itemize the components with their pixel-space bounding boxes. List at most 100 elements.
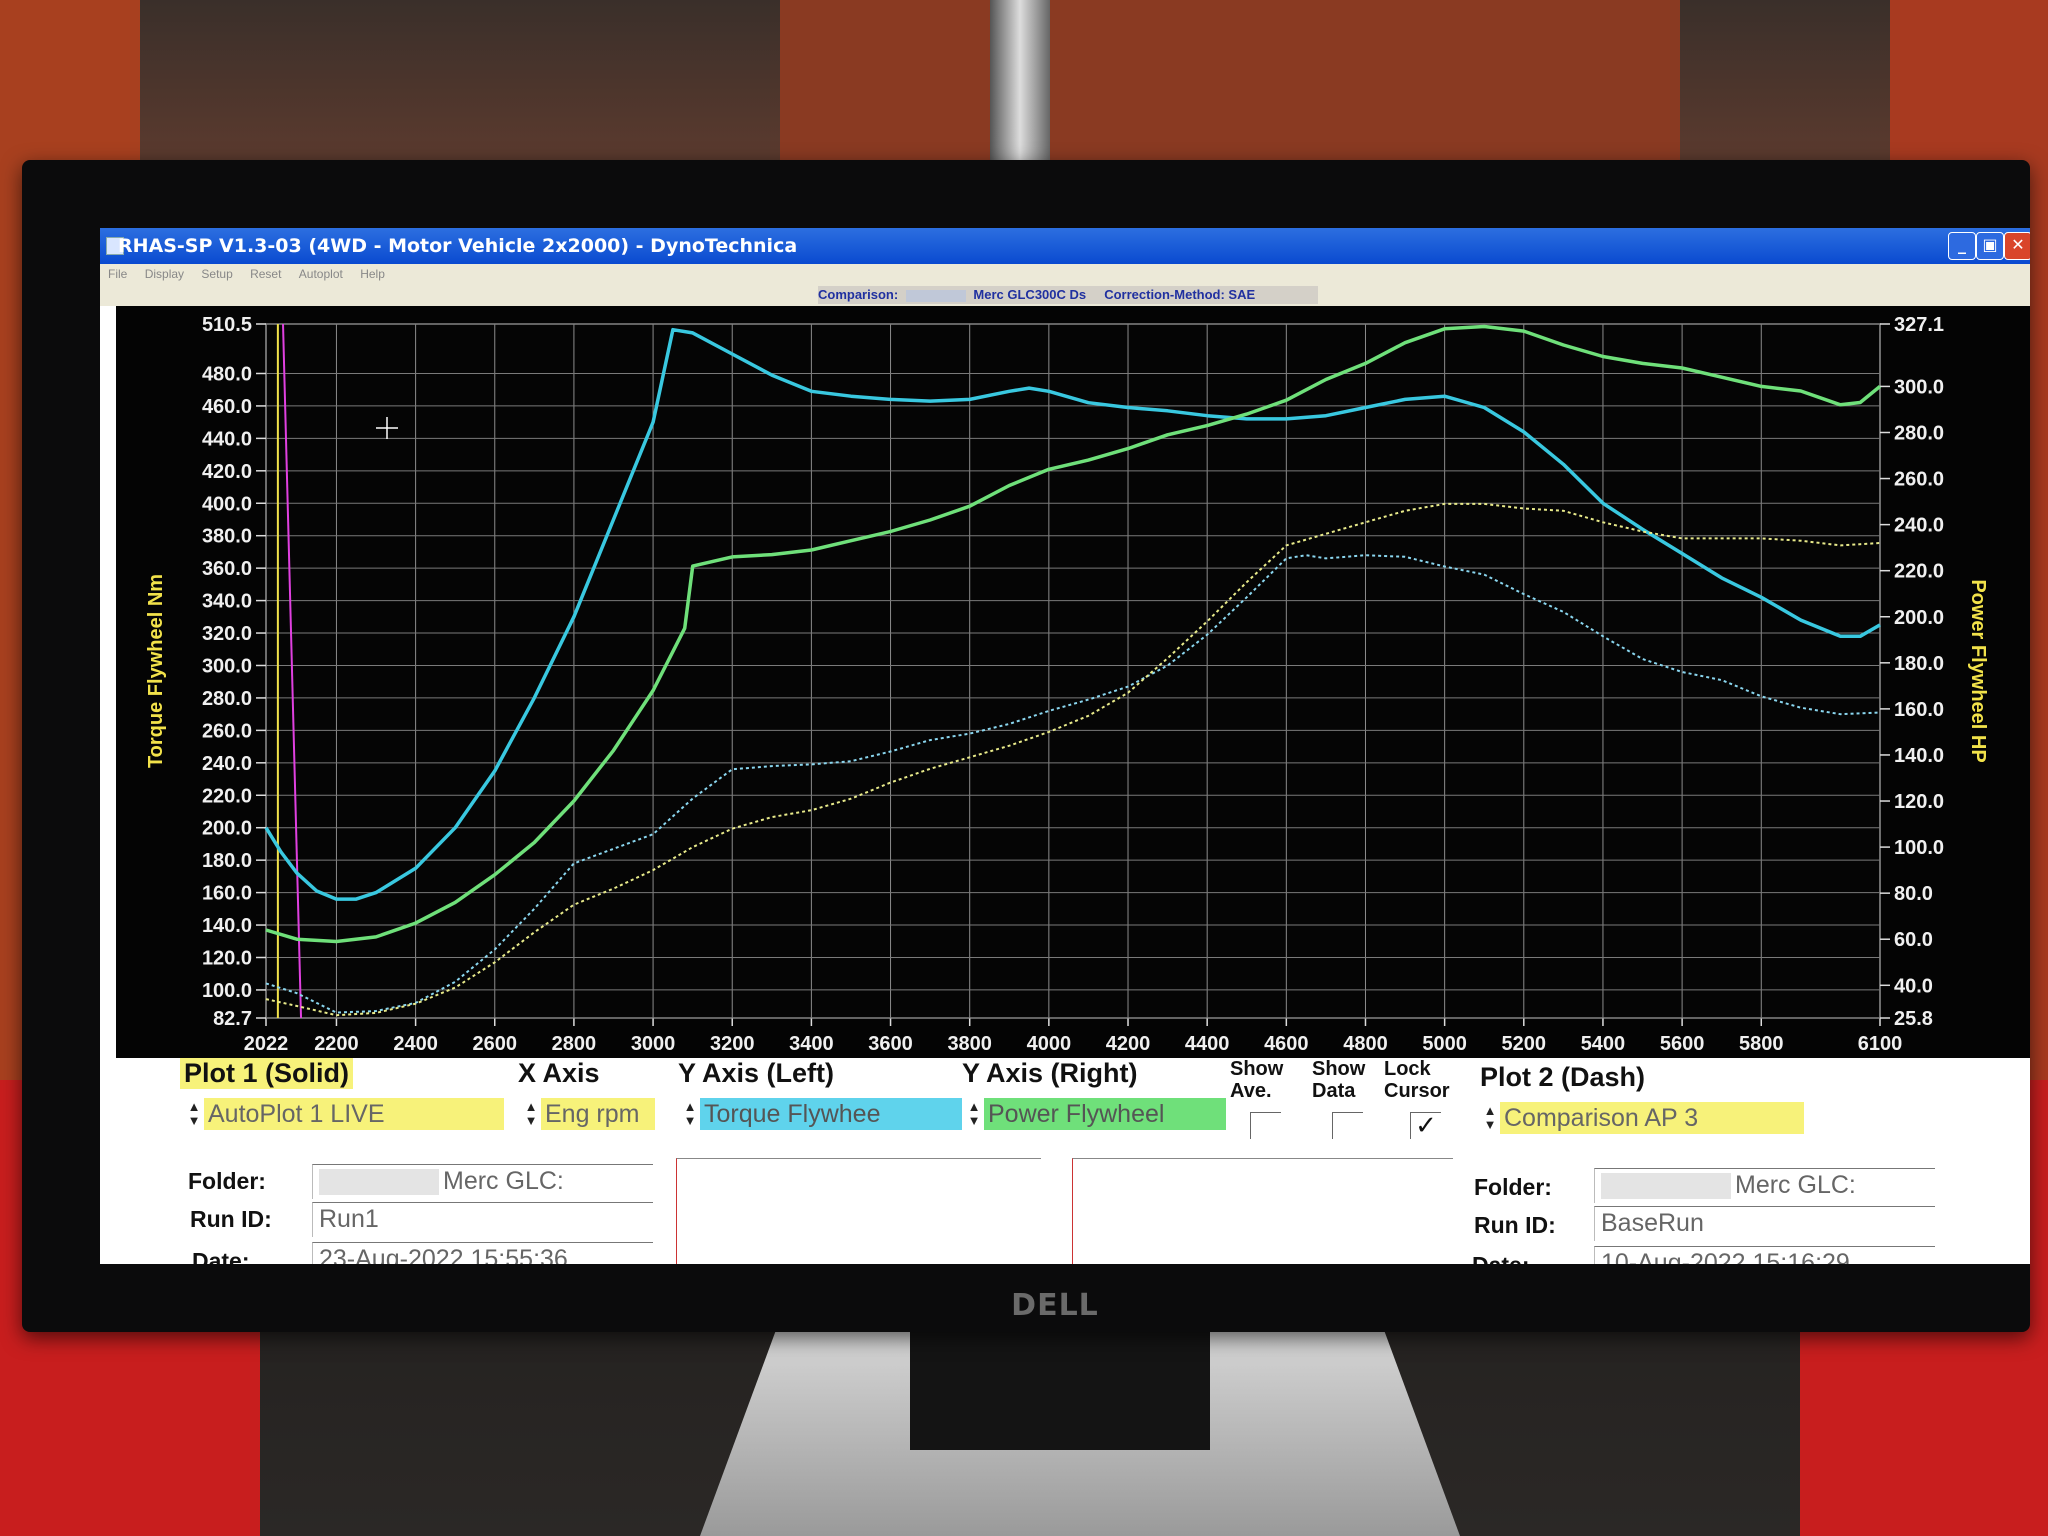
lock-cursor-checkbox[interactable]: ✓ [1410, 1112, 1441, 1139]
y-left-tick-label: 220.0 [202, 785, 252, 807]
x-tick-label: 2200 [314, 1033, 359, 1055]
redacted-text [319, 1169, 439, 1195]
x-tick-label: 2022 [244, 1033, 289, 1055]
y-right-tick-label: 80.0 [1894, 883, 1933, 905]
plot2-date-label: Date: [1472, 1252, 1530, 1264]
background-pillar [990, 0, 1050, 165]
y-left-tick-label: 360.0 [202, 558, 252, 580]
plot1-spinner[interactable]: ▲ ▼ [186, 1100, 202, 1130]
menu-autoplot[interactable]: Autoplot [299, 267, 343, 281]
menu-reset[interactable]: Reset [250, 267, 281, 281]
y-left-tick-label: 82.7 [213, 1008, 252, 1030]
chart-frame: 2022 2200 2400 2600 2800 3000 3200 3400 3600 3800… [116, 306, 2030, 1106]
y-left-spinner[interactable]: ▲ ▼ [682, 1100, 698, 1130]
show-data-checkbox[interactable] [1332, 1112, 1363, 1139]
background-wall [780, 0, 1680, 160]
redacted-text [905, 289, 966, 302]
x-axis-title: X Axis [518, 1058, 600, 1088]
y-right-title: Y Axis (Right) [962, 1058, 1138, 1088]
y-right-tick-label: 60.0 [1894, 929, 1933, 951]
y-left-tick-label: 200.0 [202, 818, 252, 840]
plot2-runid: BaseRun [1601, 1209, 1704, 1237]
y-right-tick-label: 160.0 [1894, 699, 1944, 721]
y-right-tick-label: 220.0 [1894, 561, 1944, 583]
y-right-tick-label: 200.0 [1894, 607, 1944, 629]
plot1-runid-field: Run1 [312, 1202, 653, 1237]
x-axis-spinner[interactable]: ▲ ▼ [523, 1100, 539, 1130]
plot1-folder-label: Folder: [188, 1168, 266, 1194]
plot1-title: Plot 1 (Solid) [180, 1058, 353, 1089]
plot2-date: 10-Aug-2022 15:16:29 [1601, 1249, 1850, 1264]
y-right-select[interactable]: Power Flywheel [984, 1098, 1226, 1130]
y-left-tick-label: 140.0 [202, 915, 252, 937]
x-tick-label: 4600 [1264, 1033, 1309, 1055]
plot2-spinner[interactable]: ▲ ▼ [1482, 1104, 1498, 1134]
y-right-tick-label: 40.0 [1894, 975, 1933, 997]
y-right-tick-label: 100.0 [1894, 837, 1944, 859]
menu-display[interactable]: Display [145, 267, 184, 281]
y-right-tick-label: 300.0 [1894, 376, 1944, 398]
y-left-tick-label: 480.0 [202, 363, 252, 385]
x-tick-label: 4000 [1027, 1033, 1072, 1055]
x-axis-select[interactable]: Eng rpm [541, 1098, 655, 1130]
plot-area: 2022 2200 2400 2600 2800 3000 3200 3400 3600 3800… [100, 306, 2030, 1106]
plot2-folder-label: Folder: [1474, 1174, 1552, 1200]
empty-panel-left [676, 1158, 1041, 1264]
y-left-title: Y Axis (Left) [678, 1058, 835, 1088]
y-left-tick-label: 400.0 [202, 493, 252, 515]
y-left-tick-label: 120.0 [202, 947, 252, 969]
plot2-runid-field: BaseRun [1594, 1206, 1935, 1241]
control-panel: Plot 1 (Solid) ▲ ▼ AutoPlot 1 LIVE X Axis… [100, 1058, 2030, 1264]
plot2-date-field: 10-Aug-2022 15:16:29 [1594, 1246, 1935, 1264]
y-right-tick-label: 327.1 [1894, 314, 1944, 336]
plot-background [265, 323, 1881, 1019]
y-left-tick-label: 460.0 [202, 396, 252, 418]
plot2-folder-field: Merc GLC: [1594, 1168, 1935, 1203]
show-ave-checkbox[interactable] [1250, 1112, 1281, 1139]
x-tick-label: 5000 [1422, 1033, 1467, 1055]
y-left-tick-label: 340.0 [202, 591, 252, 613]
maximize-button[interactable]: ▣ [1976, 232, 2004, 260]
screen: RHAS-SP V1.3-03 (4WD - Motor Vehicle 2x2… [100, 228, 2030, 1264]
plot1-date-label: Date: [192, 1248, 250, 1264]
y-left-select[interactable]: Torque Flywhee [700, 1098, 962, 1130]
y-left-tick-label: 420.0 [202, 461, 252, 483]
x-tick-label: 3800 [947, 1033, 992, 1055]
show-data-label: Show Data [1312, 1058, 1366, 1102]
x-tick-label: 5600 [1660, 1033, 1705, 1055]
x-tick-label: 6100 [1858, 1033, 1903, 1055]
y-right-tick-label: 140.0 [1894, 745, 1944, 767]
menu-file[interactable]: File [108, 267, 127, 281]
plot2-runid-label: Run ID: [1474, 1212, 1556, 1238]
minimize-button[interactable]: _ [1948, 232, 1976, 260]
comparison-label: Comparison: [818, 287, 899, 302]
plot1-folder: Merc GLC: [443, 1167, 564, 1195]
empty-panel-right [1072, 1158, 1453, 1264]
y-right-spinner[interactable]: ▲ ▼ [966, 1100, 982, 1130]
y-right-tick-label: 280.0 [1894, 422, 1944, 444]
y-left-tick-label: 510.5 [202, 314, 252, 336]
x-tick-label: 2400 [393, 1033, 438, 1055]
menu-setup[interactable]: Setup [201, 267, 232, 281]
y-left-tick-label: 100.0 [202, 980, 252, 1002]
y-right-tick-label: 180.0 [1894, 653, 1944, 675]
plot1-runid-label: Run ID: [190, 1206, 272, 1232]
plot1-select[interactable]: AutoPlot 1 LIVE [204, 1098, 504, 1130]
x-tick-label: 3400 [789, 1033, 834, 1055]
x-tick-label: 4200 [1106, 1033, 1151, 1055]
x-tick-label: 5400 [1581, 1033, 1626, 1055]
x-tick-label: 3000 [631, 1033, 676, 1055]
close-button[interactable]: ✕ [2004, 232, 2030, 260]
x-tick-label: 3600 [868, 1033, 913, 1055]
plot2-select[interactable]: Comparison AP 3 [1500, 1102, 1804, 1134]
plot1-folder-field: Merc GLC: [312, 1164, 653, 1199]
plot2-folder: Merc GLC: [1735, 1171, 1856, 1199]
menu-help[interactable]: Help [360, 267, 385, 281]
y-left-tick-label: 240.0 [202, 753, 252, 775]
x-tick-label: 4400 [1185, 1033, 1230, 1055]
y-right-tick-label: 240.0 [1894, 515, 1944, 537]
x-tick-label: 5800 [1739, 1033, 1784, 1055]
y-right-axis-title: Power Flywheel HP [1967, 579, 1989, 762]
dell-logo: DELL [1011, 1288, 1099, 1323]
dyno-chart[interactable]: 2022 2200 2400 2600 2800 3000 3200 3400 3600 3800… [116, 306, 2030, 1106]
